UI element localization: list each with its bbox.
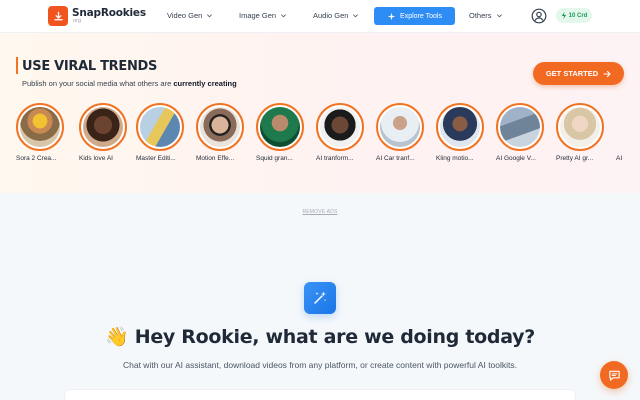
trend-label: Motion Effe... (196, 155, 235, 162)
chevron-down-icon (207, 14, 213, 18)
nav-label: Others (469, 11, 492, 20)
magic-wand-icon (304, 282, 336, 314)
trend-thumbnail[interactable] (256, 103, 304, 151)
trend-thumbnail[interactable] (436, 103, 484, 151)
trend-thumbnail[interactable] (196, 103, 244, 151)
credits-label: 10 Crd (568, 12, 588, 19)
credits-badge[interactable]: 10 Crd (556, 8, 592, 23)
hero-subtitle: Chat with our AI assistant, download vid… (122, 360, 518, 370)
trend-label: Master Editi... (136, 155, 176, 162)
explore-tools-button[interactable]: Explore Tools (374, 7, 455, 25)
trends-subtitle: Publish on your social media what others… (22, 79, 237, 88)
get-started-label: GET STARTED (545, 69, 599, 78)
trends-subtitle-prefix: Publish on your social media what others… (22, 79, 174, 88)
download-icon[interactable] (48, 6, 68, 26)
brand-title[interactable]: SnapRookies (72, 7, 146, 19)
sparkle-icon (387, 12, 396, 20)
nav-video-gen[interactable]: Video Gen (167, 11, 213, 20)
trend-thumbnail[interactable] (496, 103, 544, 151)
trend-thumbnail[interactable] (376, 103, 424, 151)
nav-others[interactable]: Others (469, 11, 503, 20)
chevron-down-icon (496, 14, 502, 18)
trend-label: Pretty AI gr... (556, 155, 594, 162)
bolt-icon (561, 12, 566, 19)
trend-thumbnail[interactable] (16, 103, 64, 151)
nav-label: Video Gen (167, 11, 203, 20)
chevron-down-icon (281, 14, 287, 18)
top-header: SnapRookies org Video Gen Image Gen Audi… (0, 0, 640, 33)
viral-trends-banner: USE VIRAL TRENDS Publish on your social … (0, 33, 640, 193)
remove-ads-link[interactable]: REMOVE ADS (0, 209, 640, 215)
chat-icon (608, 370, 620, 381)
trend-thumbnail[interactable] (79, 103, 127, 151)
trend-label: AI Google V... (496, 155, 536, 162)
trend-thumbnail[interactable] (136, 103, 184, 151)
trend-label: Kids love AI (79, 155, 113, 162)
trend-label: AI Car tranf... (376, 155, 415, 162)
trends-subtitle-bold: currently creating (173, 79, 237, 88)
trend-thumbnail[interactable] (316, 103, 364, 151)
user-circle-icon[interactable] (531, 8, 547, 24)
title-accent-bar (16, 57, 18, 74)
trend-label: Sora 2 Crea... (16, 155, 57, 162)
brand-subtitle: org (73, 18, 81, 24)
trends-title: USE VIRAL TRENDS (22, 59, 158, 74)
get-started-button[interactable]: GET STARTED (533, 62, 624, 85)
nav-audio-gen[interactable]: Audio Gen (313, 11, 359, 20)
chevron-down-icon (353, 14, 359, 18)
trend-label: AI (616, 155, 623, 162)
arrow-right-icon (603, 70, 611, 77)
nav-image-gen[interactable]: Image Gen (239, 11, 287, 20)
nav-label: Image Gen (239, 11, 277, 20)
nav-label: Audio Gen (313, 11, 349, 20)
explore-tools-label: Explore Tools (400, 12, 442, 20)
chat-composer[interactable] (64, 389, 576, 400)
trend-label: AI tranform... (316, 155, 354, 162)
trend-label: Kling motio... (436, 155, 474, 162)
trend-thumbnail[interactable] (556, 103, 604, 151)
chat-fab-button[interactable] (600, 361, 628, 389)
trend-label: Squid gran... (256, 155, 293, 162)
hero-title: 👋 Hey Rookie, what are we doing today? (105, 326, 535, 348)
